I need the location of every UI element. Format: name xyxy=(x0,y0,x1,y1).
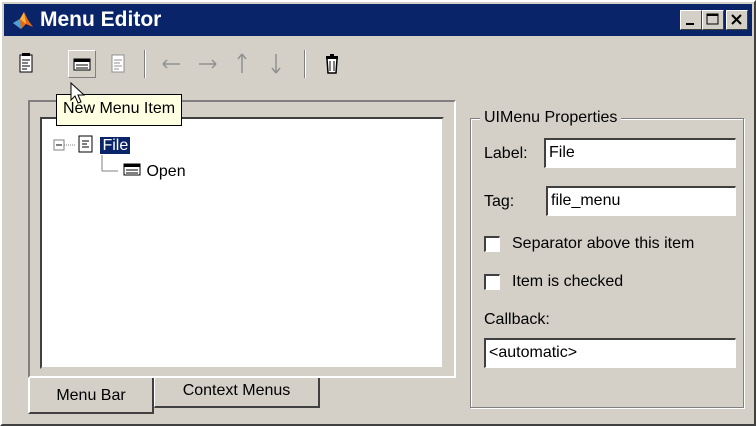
new-context-menu-icon xyxy=(111,54,125,73)
menu-icon xyxy=(78,135,93,153)
arrow-left-icon xyxy=(162,59,180,69)
separator-label[interactable]: Separator above this item xyxy=(512,234,694,254)
toolbar-separator xyxy=(144,50,146,78)
new-menu-item-button[interactable] xyxy=(68,50,96,78)
move-left-button[interactable] xyxy=(158,50,186,78)
maximize-button[interactable] xyxy=(702,10,724,30)
tab-menu-bar[interactable]: Menu Bar xyxy=(28,378,154,414)
menu-editor-window: Menu Editor New Menu Item File Open Menu… xyxy=(0,0,756,426)
tag-field[interactable]: file_menu xyxy=(546,186,736,216)
move-up-button[interactable] xyxy=(228,50,256,78)
move-right-button[interactable] xyxy=(194,50,222,78)
tree-item-open[interactable]: Open xyxy=(122,160,186,182)
callback-field[interactable]: <automatic> xyxy=(484,338,736,368)
close-icon xyxy=(731,14,742,25)
window-title: Menu Editor xyxy=(40,8,162,31)
close-button[interactable] xyxy=(726,10,748,30)
new-menu-button[interactable] xyxy=(12,50,40,78)
move-down-button[interactable] xyxy=(262,50,290,78)
menu-item-icon xyxy=(123,163,141,176)
maximize-icon xyxy=(706,13,719,25)
new-menu-icon xyxy=(19,53,33,73)
tree-item-label: Open xyxy=(146,163,186,180)
arrow-up-icon xyxy=(237,53,247,73)
tree-item-label: File xyxy=(100,137,131,154)
menu-tree[interactable]: File Open xyxy=(40,117,444,369)
minimize-icon xyxy=(686,23,694,25)
arrow-right-icon xyxy=(199,59,217,69)
separator-checkbox[interactable] xyxy=(484,236,500,252)
callback-caption: Callback: xyxy=(484,311,550,328)
tag-caption: Tag: xyxy=(484,193,515,210)
matlab-logo-icon xyxy=(13,12,33,29)
item-checked-label[interactable]: Item is checked xyxy=(512,272,623,292)
arrow-down-icon xyxy=(271,54,281,74)
mouse-cursor-icon xyxy=(70,82,86,104)
tree-connectors xyxy=(53,139,118,172)
title-bar[interactable]: Menu Editor xyxy=(4,4,752,36)
group-title: UIMenu Properties xyxy=(480,108,622,128)
toolbar-separator xyxy=(304,50,306,78)
new-menu-item-icon xyxy=(73,58,91,71)
item-checked-checkbox[interactable] xyxy=(484,274,500,290)
new-context-menu-button[interactable] xyxy=(104,50,132,78)
delete-button[interactable] xyxy=(318,50,346,78)
label-field[interactable]: File xyxy=(544,138,736,168)
minimize-button[interactable] xyxy=(680,10,702,30)
tree-item-file[interactable]: File xyxy=(76,134,131,156)
label-caption: Label: xyxy=(484,145,528,162)
toolbar xyxy=(4,38,752,84)
tab-context-menus[interactable]: Context Menus xyxy=(154,378,320,408)
delete-icon xyxy=(326,54,338,74)
